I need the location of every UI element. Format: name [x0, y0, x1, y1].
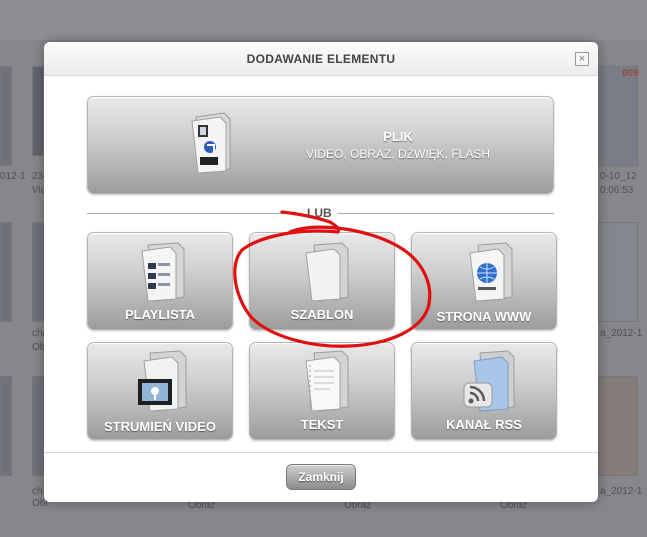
website-label: STRONA WWW [436, 309, 532, 324]
template-tile[interactable]: SZABLON [249, 232, 395, 330]
text-folder-icon [300, 349, 350, 418]
footer-separator [44, 452, 598, 453]
template-folder-icon [300, 241, 350, 308]
playlist-folder-icon [136, 241, 186, 308]
rss-tile[interactable]: KANAŁ RSS [411, 342, 557, 440]
video-stream-tile[interactable]: STRUMIEŃ VIDEO [87, 342, 233, 440]
website-tile[interactable]: STRONA WWW [411, 232, 557, 330]
playlist-tile[interactable]: PLAYLISTA [87, 232, 233, 330]
video-stream-label: STRUMIEŃ VIDEO [104, 419, 216, 434]
video-stream-folder-icon [136, 349, 188, 418]
playlist-label: PLAYLISTA [124, 307, 196, 322]
text-tile[interactable]: TEKST [249, 342, 395, 440]
add-element-dialog: DODAWANIE ELEMENTU × PLIK VIDEO, OBRAZ, … [44, 42, 598, 502]
rss-label: KANAŁ RSS [446, 417, 522, 432]
text-label: TEKST [300, 417, 344, 432]
rss-folder-icon [460, 349, 516, 418]
file-upload-tile[interactable]: PLIK VIDEO, OBRAZ, DŹWIĘK, FLASH [87, 96, 554, 194]
file-upload-subtitle: VIDEO, OBRAZ, DŹWIĘK, FLASH [305, 147, 491, 161]
template-label: SZABLON [290, 307, 354, 322]
dialog-title: DODAWANIE ELEMENTU [246, 52, 396, 66]
file-upload-title: PLIK [383, 129, 413, 144]
close-icon[interactable]: × [575, 52, 589, 66]
file-upload-text: PLIK VIDEO, OBRAZ, DŹWIĘK, FLASH [238, 129, 558, 161]
separator-label: LUB [301, 206, 338, 220]
dialog-header: DODAWANIE ELEMENTU × [44, 42, 598, 76]
media-folder-icon [186, 111, 234, 180]
www-folder-icon [464, 241, 514, 308]
close-button[interactable]: Zamknij [286, 464, 356, 490]
